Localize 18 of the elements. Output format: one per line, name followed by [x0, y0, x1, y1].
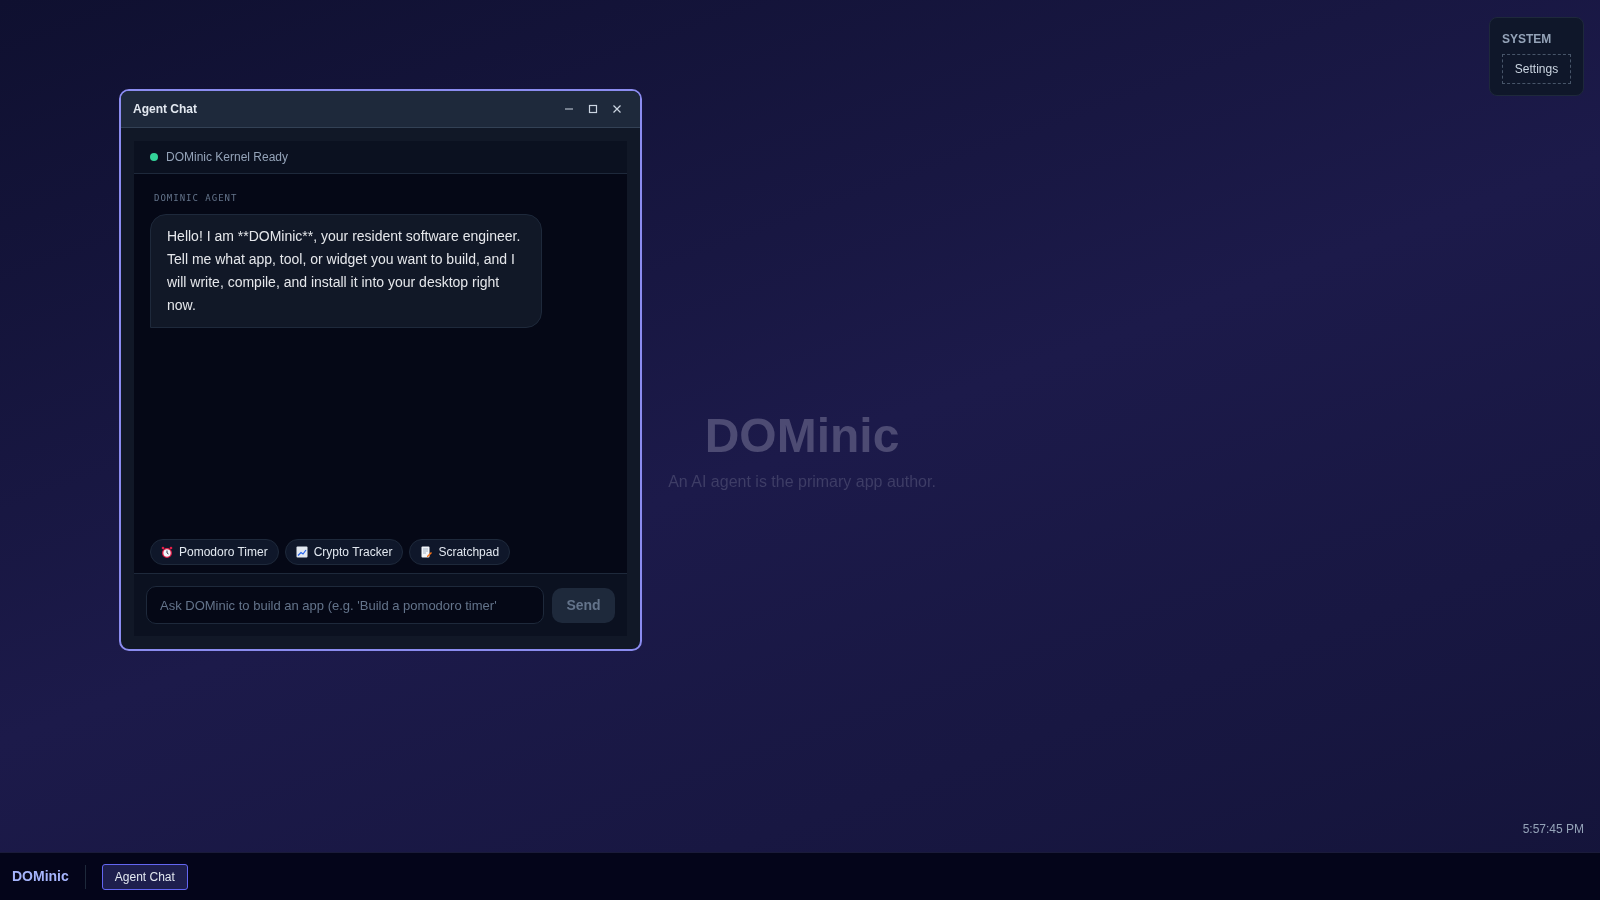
- message-bubble: Hello! I am **DOMinic**, your resident software engineer. Tell me what app, tool, or widget you want to build, and I will write, compile, and install it into your desktop right now.: [150, 213, 542, 328]
- clock: 5:57:45 PM: [1522, 821, 1584, 838]
- window-title: Agent Chat: [133, 101, 198, 118]
- maximize-icon[interactable]: [588, 104, 598, 114]
- status-text: DOMinic Kernel Ready: [166, 149, 289, 166]
- settings-button[interactable]: Settings: [1502, 54, 1571, 84]
- taskbar-brand: DOMinic: [12, 867, 69, 886]
- suggestion-chip[interactable]: Scratchpad: [409, 539, 511, 565]
- message-input[interactable]: Ask DOMinic to build an app (e.g. 'Build a pomodoro timer': [146, 586, 544, 624]
- close-icon[interactable]: [612, 104, 622, 114]
- system-heading: SYSTEM: [1502, 31, 1553, 48]
- suggestion-chip[interactable]: Crypto Tracker: [284, 539, 404, 565]
- taskbar-app[interactable]: Agent Chat: [101, 863, 188, 890]
- memo-icon: [420, 546, 433, 558]
- chart-icon: [295, 546, 308, 558]
- suggestion-chip[interactable]: Pomodoro Timer: [150, 539, 279, 565]
- sender-label: DOMINIC AGENT: [153, 192, 239, 205]
- alarm-clock-icon: [161, 546, 173, 558]
